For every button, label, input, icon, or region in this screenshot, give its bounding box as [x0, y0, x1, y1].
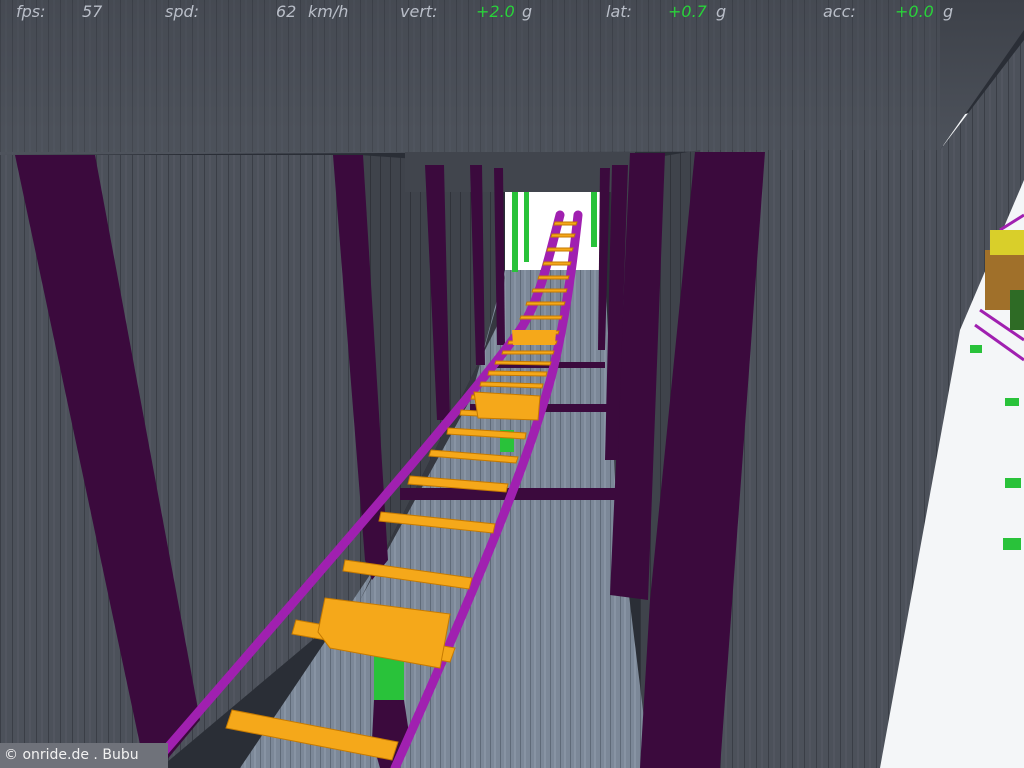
outside-tree: [1010, 290, 1024, 330]
far-support-1: [512, 192, 518, 272]
outside-roof: [990, 230, 1024, 255]
acceleration-unit: g: [943, 2, 954, 21]
footing-1: [970, 345, 982, 353]
lateral-g-label: lat:: [606, 2, 632, 21]
tie-13: [501, 350, 555, 355]
copyright-credit: © onride.de . Bubu: [0, 743, 168, 768]
tie-23: [553, 221, 578, 226]
acceleration-value: +0.0: [895, 2, 934, 21]
tie-19: [537, 275, 570, 280]
speed-unit: km/h: [308, 2, 349, 21]
far-support-3: [591, 192, 597, 247]
track-cradle-mid: [473, 391, 541, 421]
tie-16: [519, 315, 563, 320]
acceleration-label: acc:: [823, 2, 856, 21]
vertical-g-value: +2.0: [476, 2, 515, 21]
footing-3: [1005, 478, 1021, 488]
lateral-g-value: +0.7: [668, 2, 707, 21]
vertical-g-unit: g: [522, 2, 533, 21]
tie-12: [494, 360, 552, 366]
ride-viewport: fps: 57 spd: 62 km/h vert: +2.0 g lat: +…: [0, 0, 1024, 768]
column-right-far2: [598, 168, 610, 350]
footing-4: [1003, 538, 1021, 550]
far-support-2: [524, 192, 529, 262]
tie-21: [546, 247, 574, 252]
tie-17: [525, 301, 566, 306]
speed-label: spd:: [165, 2, 200, 21]
track-support-near: [374, 655, 404, 705]
tie-22: [550, 233, 576, 238]
vertical-g-label: vert:: [400, 2, 438, 21]
coaster-scene: [0, 0, 1024, 768]
tie-20: [542, 261, 572, 266]
ride-telemetry-hud: fps: 57 spd: 62 km/h vert: +2.0 g lat: +…: [0, 0, 1024, 24]
tie-11: [487, 370, 548, 377]
speed-value: 62: [276, 2, 297, 21]
fps-label: fps:: [16, 2, 46, 21]
track-cradle-far: [512, 330, 556, 345]
fps-value: 57: [82, 2, 103, 21]
tie-18: [531, 288, 568, 293]
footing-2: [1005, 398, 1019, 406]
lateral-g-unit: g: [716, 2, 727, 21]
